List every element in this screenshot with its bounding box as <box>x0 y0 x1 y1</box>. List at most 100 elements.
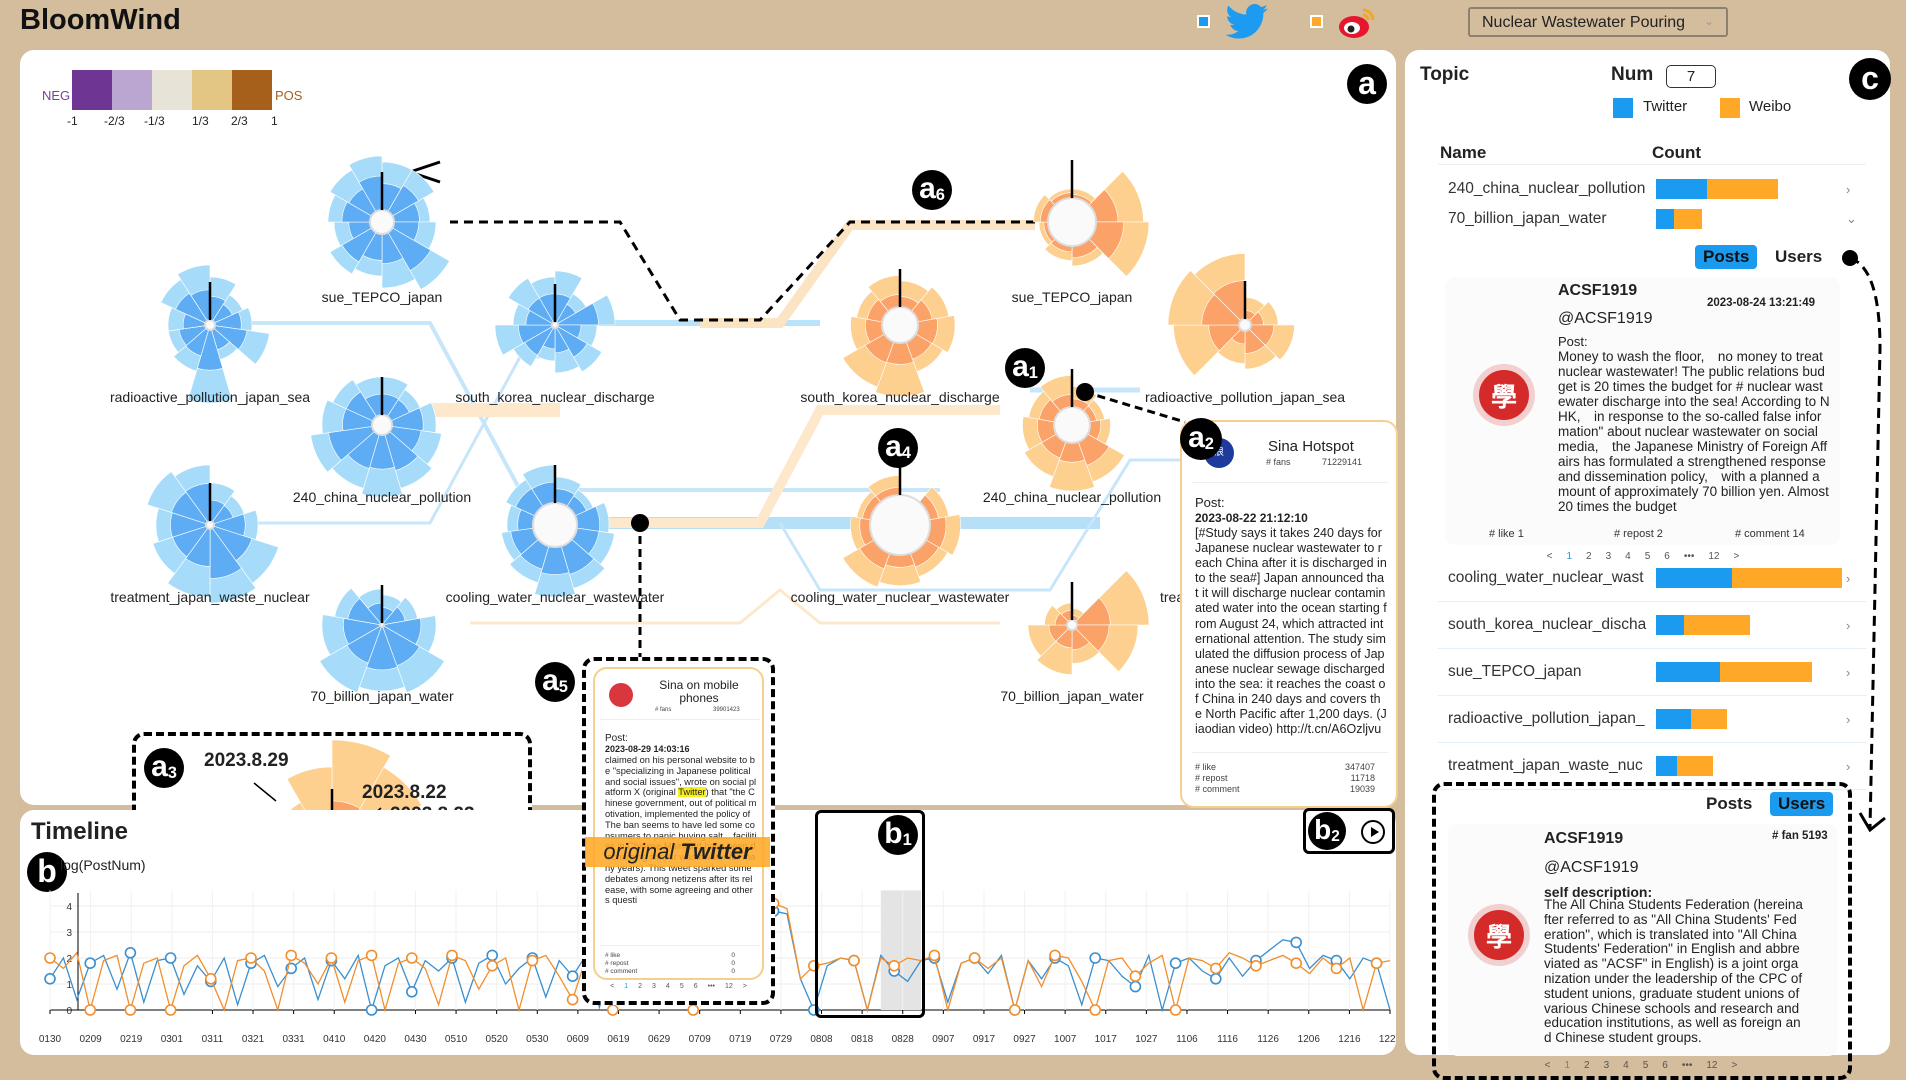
page-item[interactable]: ••• <box>1682 1060 1693 1071</box>
play-control-box: b2 <box>1303 808 1395 854</box>
twitter-highlight: Twitter <box>678 787 706 798</box>
page-item[interactable]: 4 <box>666 983 670 990</box>
node-label-weibo-treatment[interactable]: treatment_japan_waste_nuclear <box>1160 589 1180 605</box>
hotspot-post-card[interactable]: 浪 Sina Hotspot # fans 71229141 Post: 202… <box>1180 420 1398 808</box>
tab-posts-top[interactable]: Posts <box>1695 245 1758 269</box>
rose-core <box>379 622 385 628</box>
page-item[interactable]: < <box>610 983 614 990</box>
x-tick-label: 0619 <box>607 1034 630 1045</box>
x-tick-label: 1206 <box>1298 1034 1321 1045</box>
node-label-twitter-70-billion[interactable]: 70_billion_japan_water <box>310 688 453 704</box>
topic-row[interactable]: 70_billion_japan_water ⌄ <box>1438 204 1866 234</box>
data-point-weibo <box>245 952 257 964</box>
page-item[interactable]: 6 <box>694 983 698 990</box>
data-point-twitter <box>405 986 418 998</box>
node-label-twitter-sue-tepco[interactable]: sue_TEPCO_japan <box>322 289 443 305</box>
weibo-legend-label: Weibo <box>1749 98 1792 115</box>
twitter-glyph-1 <box>160 264 270 404</box>
node-label-weibo-240-china[interactable]: 240_china_nuclear_pollution <box>983 489 1161 505</box>
x-tick-label: 0410 <box>323 1034 346 1045</box>
data-point-twitter <box>1169 957 1182 969</box>
user-name: ACSF1919 <box>1544 830 1624 847</box>
page-item[interactable]: 12 <box>1706 1060 1717 1071</box>
twitter-count-bar <box>1656 756 1677 776</box>
tab-users-top[interactable]: Users <box>1767 245 1830 269</box>
page-item[interactable]: < <box>1545 1060 1551 1071</box>
y-tick-label: 3 <box>66 928 72 939</box>
page-item[interactable]: 5 <box>1643 1060 1649 1071</box>
node-label-weibo-radioactive[interactable]: radioactive_pollution_japan_sea <box>1145 389 1345 405</box>
page-item[interactable]: 6 <box>1662 1060 1668 1071</box>
tab-users-bottom[interactable]: Users <box>1770 792 1834 816</box>
topic-row[interactable]: south_korea_nuclear_discha › <box>1438 602 1866 649</box>
self-description-text: The All China Students Federation (herei… <box>1544 898 1803 1046</box>
data-point-weibo <box>446 949 458 962</box>
node-label-weibo-sue-tepco[interactable]: sue_TEPCO_japan <box>1012 289 1133 305</box>
node-label-twitter-radioactive[interactable]: radioactive_pollution_japan_sea <box>110 389 310 405</box>
hotspot-name: Sina Hotspot <box>1268 438 1354 455</box>
mobile-post-card[interactable]: Sina on mobile phones # fans 39901423 Po… <box>593 667 764 980</box>
user-card[interactable]: 學 ACSF1919 # fan 5193 @ACSF1919 self des… <box>1448 824 1838 1056</box>
page-item[interactable]: ••• <box>708 983 715 990</box>
data-point-weibo <box>124 1004 137 1016</box>
page-item[interactable]: 3 <box>652 983 656 990</box>
x-tick-label: 1106 <box>1176 1034 1198 1045</box>
node-label-twitter-treatment[interactable]: treatment_japan_waste_nuclear <box>110 589 309 605</box>
tab-posts-bottom[interactable]: Posts <box>1698 792 1760 816</box>
topic-name: 70_billion_japan_water <box>1448 210 1607 227</box>
data-point-weibo <box>205 973 217 985</box>
topic-row[interactable]: 240_china_nuclear_pollution › <box>1438 174 1866 204</box>
node-label-twitter-cooling[interactable]: cooling_water_nuclear_wastewater <box>446 589 665 605</box>
x-tick-label: 1126 <box>1257 1034 1279 1045</box>
topic-row[interactable]: radioactive_pollution_japan_ › <box>1438 696 1866 743</box>
data-point-twitter <box>124 947 137 959</box>
rose-core <box>1047 197 1097 247</box>
twitter-glyph-5 <box>501 464 615 598</box>
data-point-twitter <box>84 957 96 969</box>
data-point-weibo <box>1330 962 1343 975</box>
page-item[interactable]: 5 <box>680 983 684 990</box>
mobile-fans: 39901423 <box>713 707 740 713</box>
node-label-twitter-south-korea[interactable]: south_korea_nuclear_discharge <box>455 389 654 405</box>
user-pager[interactable]: <1 2 3 4 5 6 ••• 12 > <box>1536 1060 1746 1071</box>
page-item[interactable]: > <box>743 983 747 990</box>
data-point-weibo <box>1049 949 1061 962</box>
page-item[interactable]: 2 <box>638 983 642 990</box>
page-item[interactable]: 1 <box>1564 1060 1570 1071</box>
mobile-pager[interactable]: <1 2 3 4 5 6 ••• 12 > <box>586 983 771 990</box>
user-handle: @ACSF1919 <box>1544 859 1639 876</box>
twitter-bird-icon[interactable] <box>1225 4 1269 40</box>
page-item[interactable]: 3 <box>1604 1060 1610 1071</box>
page-item[interactable]: 2 <box>1584 1060 1590 1071</box>
data-point-twitter <box>1089 952 1101 964</box>
topic-row[interactable]: sue_TEPCO_japan › <box>1438 649 1866 696</box>
num-input[interactable]: 7 <box>1666 65 1716 88</box>
x-tick-label: 0311 <box>202 1034 224 1045</box>
badge-a2: a2 <box>1180 418 1222 460</box>
page-item[interactable]: 1 <box>624 983 628 990</box>
topic-post-card[interactable]: 學 ACSF1919 2023-08-24 13:21:49 @ACSF1919… <box>1445 277 1840 545</box>
page-item[interactable]: 12 <box>725 983 733 990</box>
node-label-weibo-south-korea[interactable]: south_korea_nuclear_discharge <box>800 389 999 405</box>
x-tick-label: 0828 <box>892 1034 915 1045</box>
data-point-weibo <box>365 949 378 962</box>
event-select[interactable]: Nuclear Wastewater Pouring ⌄ <box>1468 7 1728 37</box>
x-tick-label: 0530 <box>526 1034 549 1045</box>
topic-row[interactable]: cooling_water_nuclear_wast › <box>1438 555 1866 602</box>
page-item[interactable]: 4 <box>1623 1060 1629 1071</box>
x-tick-label: 0321 <box>242 1034 265 1045</box>
weibo-count-bar <box>1731 568 1843 588</box>
chevron-right-icon[interactable]: › <box>1846 182 1850 197</box>
node-label-weibo-70-billion[interactable]: 70_billion_japan_water <box>1000 688 1143 704</box>
play-icon[interactable] <box>1361 820 1385 844</box>
node-label-weibo-cooling[interactable]: cooling_water_nuclear_wastewater <box>791 589 1010 605</box>
chevron-down-icon[interactable]: ⌄ <box>1846 211 1857 227</box>
weibo-eye-icon[interactable] <box>1337 6 1377 40</box>
page-item[interactable]: > <box>1732 1060 1738 1071</box>
hotspot-stats: # like 347407 # repost 11718 # comment 19039 <box>1195 762 1375 795</box>
node-label-twitter-240-china[interactable]: 240_china_nuclear_pollution <box>293 489 471 505</box>
rose-core <box>1053 406 1091 444</box>
badge-a3: a3 <box>144 748 184 788</box>
hotspot-text: [#Study says it takes 240 days for Japan… <box>1195 526 1387 737</box>
x-tick-label: 1216 <box>1338 1034 1361 1045</box>
